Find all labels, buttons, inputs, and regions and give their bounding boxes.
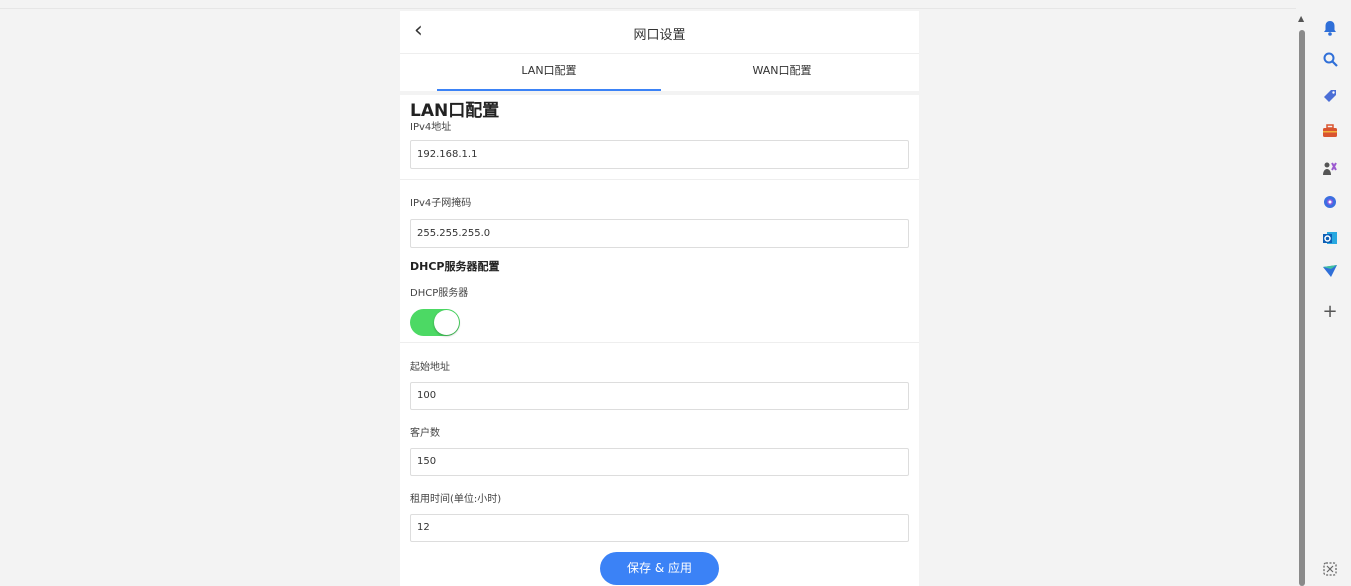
ipv4-address-input[interactable]: 192.168.1.1 bbox=[410, 140, 909, 169]
search-icon[interactable] bbox=[1320, 52, 1340, 72]
chess-icon[interactable] bbox=[1320, 160, 1340, 180]
tab-gap bbox=[400, 91, 919, 95]
lan-config-form: LAN口配置 IPv4地址 192.168.1.1 IPv4子网掩码 255.2… bbox=[400, 101, 919, 542]
start-address-input[interactable]: 100 bbox=[410, 382, 909, 410]
scrollbar-thumb[interactable] bbox=[1299, 30, 1305, 586]
toggle-knob bbox=[434, 310, 459, 335]
browser-top-border bbox=[0, 0, 1296, 9]
page-scrollbar[interactable]: ▲ bbox=[1296, 10, 1308, 586]
lease-time-input[interactable]: 12 bbox=[410, 514, 909, 542]
section-title-lan: LAN口配置 bbox=[410, 101, 500, 121]
settings-panel: ‹ 网口设置 LAN口配置 WAN口配置 LAN口配置 IPv4地址 192.1… bbox=[400, 11, 919, 586]
scroll-up-arrow-icon[interactable]: ▲ bbox=[1298, 14, 1304, 23]
outlook-icon[interactable] bbox=[1320, 230, 1340, 250]
dhcp-section-title: DHCP服务器配置 bbox=[410, 260, 500, 273]
copilot-icon[interactable] bbox=[1320, 194, 1340, 214]
screenshot-icon[interactable] bbox=[1320, 562, 1340, 582]
divider bbox=[400, 342, 919, 343]
tab-wan-config[interactable]: WAN口配置 bbox=[670, 54, 894, 89]
ipv4-subnet-mask-label: IPv4子网掩码 bbox=[410, 198, 472, 209]
browser-sidebar: + bbox=[1308, 0, 1351, 586]
start-address-label: 起始地址 bbox=[410, 362, 450, 373]
ipv4-subnet-mask-input[interactable]: 255.255.255.0 bbox=[410, 219, 909, 248]
plus-icon[interactable]: + bbox=[1320, 302, 1340, 322]
bell-icon[interactable] bbox=[1320, 20, 1340, 40]
save-apply-button[interactable]: 保存 & 应用 bbox=[600, 552, 719, 585]
page-title: 网口设置 bbox=[633, 28, 686, 43]
client-count-input[interactable]: 150 bbox=[410, 448, 909, 476]
client-count-label: 客户数 bbox=[410, 428, 440, 439]
dhcp-server-toggle[interactable] bbox=[410, 309, 460, 336]
send-icon[interactable] bbox=[1320, 264, 1340, 284]
dhcp-server-label: DHCP服务器 bbox=[410, 288, 469, 299]
toolbox-icon[interactable] bbox=[1320, 124, 1340, 144]
tag-icon[interactable] bbox=[1320, 88, 1340, 108]
tab-bar: LAN口配置 WAN口配置 bbox=[400, 54, 919, 91]
ipv4-address-label: IPv4地址 bbox=[410, 122, 452, 133]
divider bbox=[400, 179, 919, 180]
page-header: ‹ 网口设置 bbox=[400, 11, 919, 54]
lease-time-label: 租用时间(单位:小时) bbox=[410, 494, 502, 505]
tab-lan-config[interactable]: LAN口配置 bbox=[437, 54, 661, 91]
